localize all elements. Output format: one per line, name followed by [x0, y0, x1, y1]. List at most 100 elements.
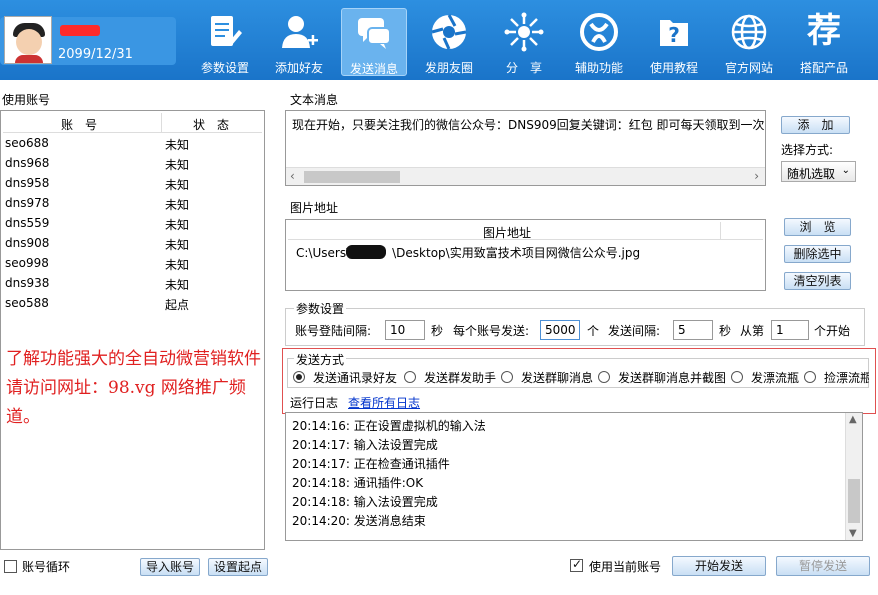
view-all-logs-link[interactable]: 查看所有日志	[348, 394, 420, 411]
table-row[interactable]: dns968 未知	[5, 153, 260, 173]
radio-label: 发送群聊消息	[521, 371, 594, 385]
helper-circle-icon	[580, 13, 618, 51]
per-account-input[interactable]: 5000	[540, 320, 580, 340]
run-log-label: 运行日志	[290, 396, 339, 410]
select-mode-label: 选择方式:	[781, 143, 834, 157]
account-name: dns958	[5, 176, 50, 190]
radio-label: 发送群聊消息并截图	[618, 371, 727, 385]
from-label: 从第	[740, 324, 765, 338]
column-image-path[interactable]: 图片地址	[483, 224, 531, 241]
nav-send-message[interactable]: 发送消息	[341, 8, 407, 76]
nav-official-site[interactable]: 官方网站	[716, 8, 782, 76]
table-row[interactable]: dns559 未知	[5, 213, 260, 233]
clear-list-button[interactable]: 清空列表	[784, 272, 851, 290]
column-status[interactable]: 状 态	[193, 116, 229, 133]
delete-selected-button[interactable]: 删除选中	[784, 245, 851, 263]
table-row[interactable]: seo998 未知	[5, 253, 260, 273]
text-message-content: 现在开始，只要关注我们的微信公众号：DNS909回复关键词：红包 即可每天领取到…	[292, 118, 765, 132]
username-redacted	[60, 25, 100, 36]
radio-dot	[501, 371, 513, 383]
table-row[interactable]: dns908 未知	[5, 233, 260, 253]
text-message-input[interactable]: 现在开始，只要关注我们的微信公众号：DNS909回复关键词：红包 即可每天领取到…	[285, 110, 766, 186]
radio-dot	[293, 371, 305, 383]
account-status: 起点	[165, 298, 190, 312]
seconds-label: 秒	[431, 324, 444, 338]
set-start-button[interactable]: 设置起点	[208, 558, 268, 576]
add-user-icon	[282, 16, 318, 48]
nav-label: 添加好友	[274, 61, 323, 75]
scroll-up-icon[interactable]: ▲	[849, 414, 857, 425]
nav-parameter-settings[interactable]: 参数设置	[192, 8, 258, 76]
image-section-label: 图片地址	[290, 201, 339, 215]
promo-text: 了解功能强大的全自动微营销软件请访问网址：98.vg 网络推广频道。	[6, 349, 261, 427]
scroll-right-icon[interactable]: ›	[754, 169, 759, 183]
run-log[interactable]: 20:14:16: 正在设置虚拟机的输入法 20:14:17: 输入法设置完成 …	[285, 412, 863, 541]
horizontal-scrollbar[interactable]: ‹ ›	[286, 167, 765, 185]
account-status: 未知	[165, 258, 190, 272]
login-interval-label: 账号登陆间隔:	[295, 324, 372, 338]
account-list-header: 账 号 状 态	[3, 113, 262, 133]
nav-share[interactable]: 分 享	[491, 8, 557, 76]
scroll-down-icon[interactable]: ▼	[849, 528, 857, 539]
scroll-left-icon[interactable]: ‹	[290, 169, 295, 183]
radio-label: 捡漂流瓶	[824, 371, 869, 385]
image-list[interactable]: 图片地址 C:\Users\ \Desktop\实用致富技术项目网微信公众号.jp…	[285, 219, 766, 291]
top-toolbar: 2099/12/31 参数设置 添加好友 发送消息 发朋友圈 分 享 辅助功能 …	[0, 0, 878, 80]
nav-bundled-products[interactable]: 荐 搭配产品	[791, 8, 857, 76]
select-mode-dropdown[interactable]: 随机选取 ⌄	[781, 161, 856, 182]
log-line: 20:14:18: 输入法设置完成	[292, 495, 438, 509]
browse-button[interactable]: 浏 览	[784, 218, 851, 236]
log-line: 20:14:20: 发送消息结束	[292, 514, 426, 528]
column-account[interactable]: 账 号	[61, 116, 97, 133]
account-status: 未知	[165, 138, 190, 152]
expiry-date: 2099/12/31	[58, 47, 133, 62]
send-interval-input[interactable]: 5	[673, 320, 713, 340]
nav-helper-functions[interactable]: 辅助功能	[566, 8, 632, 76]
scrollbar-thumb[interactable]	[304, 171, 400, 183]
send-interval-label: 发送间隔:	[608, 324, 661, 338]
nav-label: 搭配产品	[799, 61, 848, 75]
chat-bubbles-icon	[358, 18, 391, 49]
radio-dot	[404, 371, 416, 383]
vertical-scrollbar[interactable]: ▲ ▼	[845, 413, 862, 540]
aperture-icon	[431, 14, 467, 50]
nav-label: 分 享	[505, 61, 542, 75]
log-line: 20:14:17: 输入法设置完成	[292, 438, 438, 452]
account-name: dns968	[5, 156, 50, 170]
account-loop-checkbox[interactable]	[4, 560, 17, 573]
nav-post-moments[interactable]: 发朋友圈	[416, 8, 482, 76]
login-interval-input[interactable]: 10	[385, 320, 425, 340]
table-row[interactable]: dns938 未知	[5, 273, 260, 293]
start-send-button[interactable]: 开始发送	[672, 556, 766, 576]
account-list[interactable]: 账 号 状 态 seo688 未知 dns968 未知 dns958 未知 dns97…	[0, 110, 265, 550]
accounts-section-label: 使用账号	[2, 93, 51, 107]
radio-pick-bottle[interactable]: 捡漂流瓶	[804, 368, 869, 386]
pause-send-button[interactable]: 暂停发送	[776, 556, 870, 576]
log-line: 20:14:16: 正在设置虚拟机的输入法	[292, 419, 486, 433]
table-row[interactable]: seo588 起点	[5, 293, 260, 313]
table-row[interactable]: dns958 未知	[5, 173, 260, 193]
table-row[interactable]: dns978 未知	[5, 193, 260, 213]
image-list-header: 图片地址	[288, 222, 763, 240]
use-current-account-checkbox[interactable]	[570, 557, 583, 572]
account-status: 未知	[165, 198, 190, 212]
start-index-input[interactable]: 1	[771, 320, 809, 340]
recommend-icon: 荐	[807, 11, 841, 51]
text-message-label: 文本消息	[290, 93, 339, 107]
table-row[interactable]: seo688 未知	[5, 133, 260, 153]
start-label: 个开始	[814, 324, 851, 338]
account-loop-label: 账号循环	[22, 560, 71, 574]
redaction-mark	[346, 245, 386, 259]
avatar	[4, 16, 52, 64]
account-status: 未知	[165, 218, 190, 232]
seconds-label: 秒	[719, 324, 732, 338]
nav-tutorial[interactable]: ? 使用教程	[641, 8, 707, 76]
svg-text:?: ?	[668, 23, 680, 47]
import-accounts-button[interactable]: 导入账号	[140, 558, 200, 576]
nav-add-friend[interactable]: 添加好友	[266, 8, 332, 76]
radio-label: 发漂流瓶	[751, 371, 800, 385]
account-name: seo688	[5, 136, 49, 150]
add-message-button[interactable]: 添 加	[781, 116, 850, 134]
radio-label: 发送群发助手	[424, 371, 497, 385]
scrollbar-thumb[interactable]	[848, 479, 860, 523]
